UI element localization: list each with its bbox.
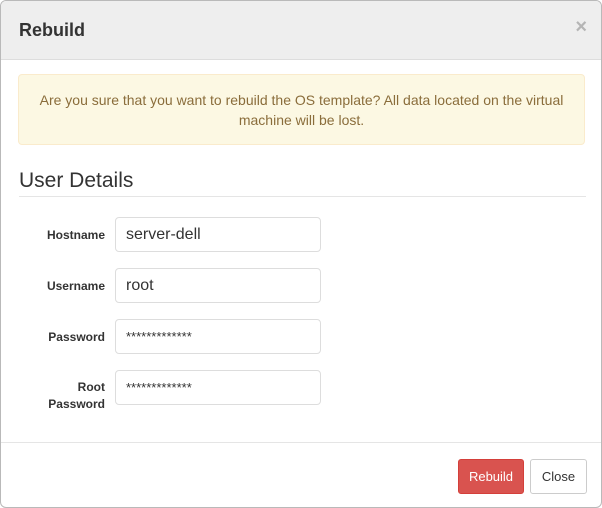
hostname-label: Hostname <box>46 228 105 242</box>
rebuild-modal: Rebuild × Are you sure that you want to … <box>0 0 602 508</box>
password-input[interactable] <box>115 319 321 354</box>
warning-alert: Are you sure that you want to rebuild th… <box>18 74 585 145</box>
root-password-label-line1: Root <box>77 380 105 394</box>
username-label: Username <box>46 279 105 293</box>
warning-message: Are you sure that you want to rebuild th… <box>39 92 564 128</box>
root-password-label: Root Password <box>19 379 105 413</box>
root-password-input[interactable] <box>115 370 321 405</box>
rebuild-button[interactable]: Rebuild <box>458 459 524 494</box>
modal-header: Rebuild × <box>1 1 601 60</box>
root-password-label-line2: Password <box>48 397 105 411</box>
section-divider <box>19 196 586 197</box>
hostname-input[interactable] <box>115 217 321 252</box>
modal-title: Rebuild <box>19 20 85 40</box>
modal-footer-divider <box>1 442 601 443</box>
username-input[interactable] <box>115 268 321 303</box>
section-title: User Details <box>19 169 134 192</box>
close-icon[interactable]: × <box>575 17 587 37</box>
password-label: Password <box>48 330 105 344</box>
close-button[interactable]: Close <box>530 459 587 494</box>
